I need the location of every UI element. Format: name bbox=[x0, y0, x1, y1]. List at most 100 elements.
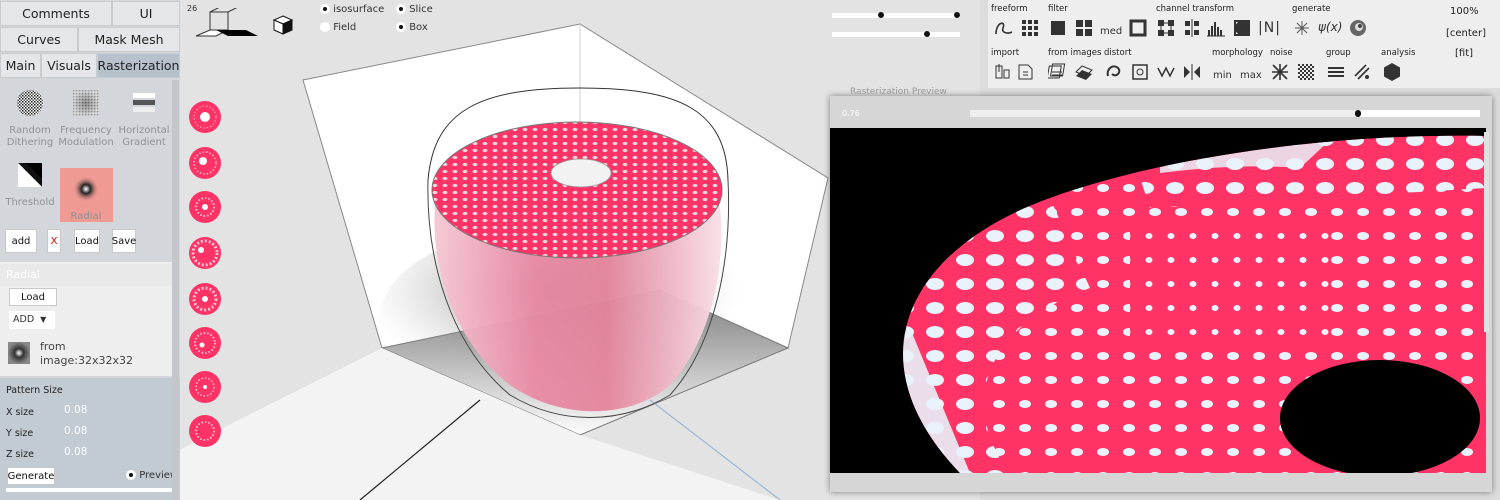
slice-thumbnail[interactable] bbox=[188, 370, 222, 404]
image-stack-icon[interactable] bbox=[1048, 62, 1068, 82]
cube-icon[interactable] bbox=[272, 14, 294, 36]
slice-thumbnail[interactable] bbox=[188, 414, 222, 448]
histogram-icon[interactable] bbox=[1206, 18, 1226, 38]
group-group: group bbox=[1326, 48, 1351, 58]
slider-handle[interactable] bbox=[878, 12, 884, 18]
x-size-value[interactable]: 0.08 bbox=[64, 404, 87, 416]
swirl-icon[interactable] bbox=[1348, 18, 1368, 38]
remove-button[interactable]: X bbox=[47, 229, 61, 253]
box-toggle[interactable]: Box bbox=[396, 22, 428, 33]
fit-button[interactable]: [fit] bbox=[1455, 48, 1473, 59]
palette-frequency-modulation[interactable]: Frequency Modulation bbox=[58, 89, 114, 149]
y-size-value[interactable]: 0.08 bbox=[64, 425, 87, 437]
chevron-down-icon: ▼ bbox=[40, 315, 47, 324]
palette-radial[interactable]: Radial bbox=[58, 175, 114, 223]
tab-visuals[interactable]: Visuals bbox=[41, 53, 97, 78]
save-button[interactable]: Save bbox=[112, 229, 136, 253]
invert-icon[interactable] bbox=[1232, 18, 1252, 38]
pattern-size-header: Pattern Size bbox=[6, 385, 63, 396]
layer-title: Radial bbox=[0, 264, 172, 286]
load-button[interactable]: Load bbox=[74, 229, 100, 253]
pinch-icon[interactable] bbox=[1130, 62, 1150, 82]
group-channel-transform: channel transform bbox=[1156, 4, 1235, 14]
generate-button[interactable]: Generate bbox=[7, 467, 55, 485]
halftone-pattern bbox=[903, 135, 1486, 473]
tab-comments[interactable]: Comments bbox=[0, 1, 112, 26]
source-label: from image:32x32x32 bbox=[40, 340, 133, 368]
palette-label: Threshold bbox=[5, 197, 55, 208]
tab-curves[interactable]: Curves bbox=[0, 27, 78, 52]
analysis-hexagon-icon[interactable] bbox=[1382, 62, 1402, 82]
border-square-icon[interactable] bbox=[1128, 18, 1148, 38]
isosurface-radio bbox=[320, 4, 330, 14]
blur-grid-icon[interactable] bbox=[1074, 18, 1094, 38]
panel-scrollbar[interactable] bbox=[172, 80, 179, 500]
palette-random-dithering[interactable]: Random Dithering bbox=[2, 89, 58, 149]
freeform-curve-icon[interactable] bbox=[994, 18, 1014, 38]
tab-row-1: Comments UI bbox=[0, 1, 180, 27]
palette-horizontal-gradient[interactable]: Horizontal Gradient bbox=[116, 89, 172, 149]
import-icon[interactable] bbox=[992, 62, 1012, 82]
twist-icon[interactable] bbox=[1104, 62, 1124, 82]
z-size-value[interactable]: 0.08 bbox=[64, 446, 87, 458]
distort-function-icon[interactable] bbox=[1156, 62, 1176, 82]
slice-thumbnail[interactable] bbox=[188, 282, 222, 316]
tab-ui[interactable]: UI bbox=[112, 1, 180, 26]
tab-main[interactable]: Main bbox=[0, 53, 41, 78]
slider-handle[interactable] bbox=[1355, 110, 1361, 117]
slider-handle[interactable] bbox=[924, 31, 930, 37]
preview-toggle[interactable]: Preview bbox=[126, 470, 178, 481]
noise-icon[interactable] bbox=[1270, 62, 1290, 82]
ungroup-icon[interactable] bbox=[1352, 62, 1372, 82]
random-dithering-icon bbox=[17, 90, 43, 116]
field-toggle[interactable]: Field bbox=[320, 22, 356, 33]
slice-thumbnail[interactable] bbox=[188, 236, 222, 270]
isosurface-toggle[interactable]: isosurface bbox=[320, 4, 384, 15]
isosurface-label: isosurface bbox=[333, 4, 385, 15]
channel-swap-icon[interactable] bbox=[1156, 18, 1176, 38]
view-slider-2[interactable] bbox=[832, 31, 960, 37]
function-button[interactable]: ψ(x) bbox=[1318, 20, 1342, 34]
box-radio bbox=[396, 22, 406, 32]
tab-rasterization[interactable]: Rasterization bbox=[97, 53, 180, 78]
group-import: import bbox=[991, 48, 1020, 58]
arrange-icon[interactable] bbox=[1182, 18, 1202, 38]
mode-dropdown[interactable]: ADD ▼ bbox=[9, 311, 55, 329]
slice-thumbnail[interactable] bbox=[188, 146, 222, 180]
progress-track bbox=[6, 488, 172, 492]
grid-icon[interactable] bbox=[1020, 18, 1040, 38]
max-button[interactable]: max bbox=[1240, 70, 1262, 81]
preview-scrollbar[interactable] bbox=[1484, 132, 1489, 332]
orientation-cube-icon[interactable] bbox=[194, 8, 264, 40]
noise-texture-icon[interactable] bbox=[1296, 62, 1316, 82]
group-distort: distort bbox=[1104, 48, 1132, 58]
center-button[interactable]: [center] bbox=[1446, 28, 1486, 39]
import-file-icon[interactable] bbox=[1016, 62, 1036, 82]
median-filter-button[interactable]: med bbox=[1100, 26, 1122, 37]
horizontal-gradient-icon bbox=[133, 93, 155, 112]
normalize-button[interactable]: |N| bbox=[1258, 20, 1281, 36]
slice-thumbnail[interactable] bbox=[188, 190, 222, 224]
add-button[interactable]: add bbox=[5, 229, 37, 253]
image-layers-icon[interactable] bbox=[1074, 62, 1094, 82]
slider-handle[interactable] bbox=[954, 12, 960, 18]
slice-toggle[interactable]: Slice bbox=[396, 4, 433, 15]
view-slider-1[interactable] bbox=[832, 12, 960, 18]
slice-thumbnail[interactable] bbox=[188, 326, 222, 360]
tab-mask-mesh[interactable]: Mask Mesh bbox=[78, 27, 180, 52]
group-stack-icon[interactable] bbox=[1326, 62, 1346, 82]
min-button[interactable]: min bbox=[1213, 70, 1232, 81]
generate-field-icon[interactable] bbox=[1292, 18, 1312, 38]
rasterization-preview-window[interactable]: Rasterization Preview 0.76 bbox=[830, 87, 1492, 492]
preview-canvas bbox=[830, 128, 1486, 473]
z-size-label: Z size bbox=[6, 449, 34, 460]
layer-load-button[interactable]: Load bbox=[9, 288, 57, 306]
palette-label: Radial bbox=[70, 211, 102, 222]
preview-slider[interactable] bbox=[970, 110, 1480, 117]
slice-thumbnail[interactable] bbox=[188, 100, 222, 134]
filter-square-icon[interactable] bbox=[1048, 18, 1068, 38]
tab-row-2: Curves Mask Mesh bbox=[0, 27, 180, 53]
mirror-icon[interactable] bbox=[1182, 62, 1202, 82]
group-from-images: from images bbox=[1048, 48, 1102, 58]
palette-threshold[interactable]: Threshold bbox=[2, 161, 58, 209]
